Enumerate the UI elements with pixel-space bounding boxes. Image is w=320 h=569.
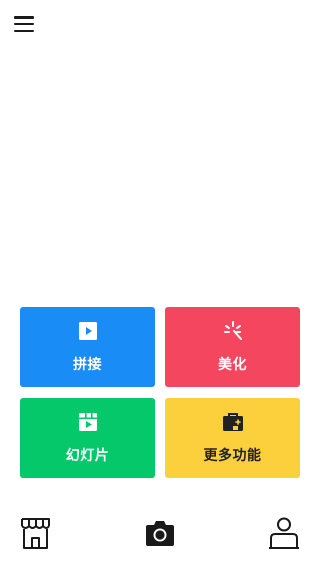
sparkle-icon [223,321,242,340]
profile-icon[interactable] [269,517,299,550]
hamburger-menu-icon[interactable] [14,14,36,34]
toolbox-icon [222,413,243,431]
bottom-nav-bar [0,510,320,560]
beautify-tile[interactable]: 美化 [165,307,300,387]
collage-tile[interactable]: 拼接 [20,307,155,387]
store-icon[interactable] [20,517,51,550]
beautify-tile-label: 美化 [218,357,247,373]
camera-icon[interactable] [145,519,175,547]
menu-line [14,16,34,19]
slideshow-tile-label: 幻灯片 [65,448,110,464]
feature-grid: 拼接 美化 幻灯片 更多功能 [20,307,300,478]
slideshow-tile[interactable]: 幻灯片 [20,398,155,478]
collage-tile-label: 拼接 [73,357,102,373]
menu-line [14,22,34,26]
app-screen: 拼接 美化 幻灯片 更多功能 [0,0,320,569]
more-features-tile[interactable]: 更多功能 [165,398,300,478]
menu-line [14,29,34,32]
slideshow-icon [78,413,97,431]
more-features-tile-label: 更多功能 [203,448,262,464]
play-square-icon [78,322,97,340]
